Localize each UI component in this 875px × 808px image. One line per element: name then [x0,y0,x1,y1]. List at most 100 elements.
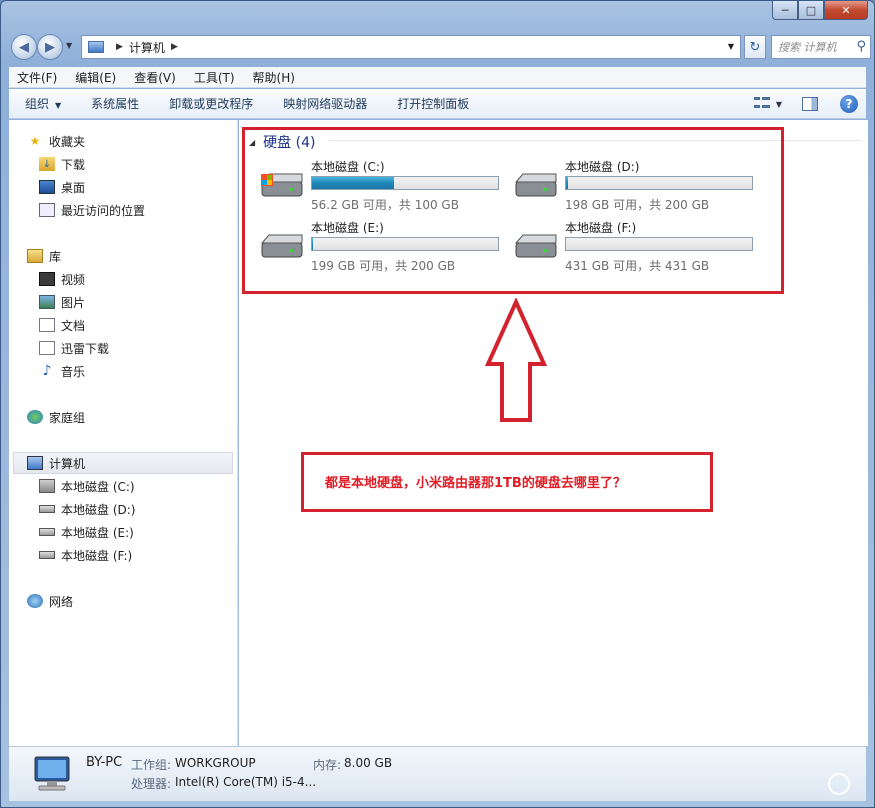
nav-favorites[interactable]: ★ 收藏夹 [27,130,85,152]
nav-drive-f[interactable]: 本地磁盘 (F:) [39,544,132,566]
breadcrumb-separator-icon[interactable]: ▶ [116,42,123,52]
preview-pane-icon[interactable] [802,97,818,111]
desktop-icon [39,180,55,194]
nav-pictures[interactable]: 图片 [39,291,85,313]
nav-label: 收藏夹 [49,134,86,149]
nav-label: 音乐 [61,364,86,379]
chevron-down-icon[interactable]: ▼ [776,100,782,109]
nav-label: 视频 [61,272,86,287]
system-properties-button[interactable]: 系统属性 [91,95,139,112]
address-bar[interactable]: ▶ 计算机 ▶ ▼ [81,35,741,59]
nav-downloads[interactable]: ↓ 下载 [39,153,85,175]
nav-drive-e[interactable]: 本地磁盘 (E:) [39,521,134,543]
maximize-button[interactable]: □ [798,1,824,20]
nav-label: 库 [49,249,62,264]
chevron-down-icon: ▼ [55,101,62,110]
nav-drive-c[interactable]: 本地磁盘 (C:) [39,475,135,497]
content-area: ◢ 硬盘 (4) 本地磁盘 (C:) 56.2 GB 可用，共 100 GB 本… [239,120,868,746]
nav-label: 最近访问的位置 [61,203,146,218]
cpu-value: Intel(R) Core(TM) i5-4... [175,775,317,789]
nav-label: 计算机 [49,456,86,471]
nav-homegroup[interactable]: 家庭组 [27,406,85,428]
system-drive-icon [39,479,55,493]
menu-tools[interactable]: 工具(T) [194,69,235,86]
breadcrumb-separator-icon[interactable]: ▶ [171,42,178,52]
menu-edit[interactable]: 编辑(E) [75,69,116,86]
annotation-text: 都是本地硬盘，小米路由器那1TB的硬盘去哪里了？ [325,476,626,491]
computer-icon [88,41,104,53]
address-dropdown-icon[interactable]: ▼ [728,42,734,51]
menu-help[interactable]: 帮助(H) [253,69,295,86]
breadcrumb-computer[interactable]: 计算机 [129,39,165,56]
open-control-panel-button[interactable]: 打开控制面板 [397,95,469,112]
minimize-button[interactable]: ─ [772,1,798,20]
nav-documents[interactable]: 文档 [39,314,85,336]
computer-icon [34,756,70,791]
nav-label: 本地磁盘 (E:) [61,525,134,540]
nav-label: 下载 [61,157,86,172]
network-icon [27,594,43,608]
download-folder-icon: ↓ [39,157,55,171]
nav-label: 本地磁盘 (F:) [61,548,133,563]
nav-label: 桌面 [61,180,86,195]
menu-view[interactable]: 查看(V) [134,69,176,86]
nav-music[interactable]: ♪ 音乐 [39,360,85,382]
caption-buttons: ─ □ ✕ [772,1,868,20]
drive-icon [39,551,55,559]
library-icon [27,249,43,263]
search-placeholder: 搜索 计算机 [778,41,837,54]
menu-bar: 文件(F) 编辑(E) 查看(V) 工具(T) 帮助(H) [9,67,866,88]
nav-recent-places[interactable]: 最近访问的位置 [39,199,145,221]
workgroup-label: 工作组: [131,758,172,772]
map-network-drive-button[interactable]: 映射网络驱动器 [283,95,367,112]
video-icon [39,272,55,286]
uninstall-program-button[interactable]: 卸载或更改程序 [169,95,253,112]
homegroup-icon [27,410,43,424]
forward-button[interactable]: ▶ [37,34,63,60]
search-input[interactable]: 搜索 计算机 ⚲ [771,35,871,59]
pictures-icon [39,295,55,309]
memory-label: 内存: [313,758,342,772]
search-icon[interactable]: ⚲ [856,39,866,54]
watermark-icon [828,773,850,795]
music-note-icon: ♪ [42,363,52,379]
nav-drive-d[interactable]: 本地磁盘 (D:) [39,498,135,520]
cpu-label: 处理器: [131,777,172,791]
nav-libraries[interactable]: 库 [27,245,61,267]
nav-label: 迅雷下载 [61,341,110,356]
refresh-button[interactable]: ↻ [744,35,766,59]
back-button[interactable]: ◀ [11,34,37,60]
nav-label: 本地磁盘 (D:) [61,502,136,517]
navigation-pane: ★ 收藏夹 ↓ 下载 桌面 最近访问的位置 库 视频 图片 文档 迅雷下载 ♪ … [9,120,238,746]
nav-label: 家庭组 [49,410,86,425]
nav-label: 图片 [61,295,86,310]
nav-desktop[interactable]: 桌面 [39,176,85,198]
annotation-highlight-box [242,127,784,294]
nav-network[interactable]: 网络 [27,590,73,612]
pc-name: BY-PC [86,755,123,770]
organize-label: 组织 [25,97,50,111]
help-icon[interactable]: ? [840,95,858,113]
folder-icon [39,341,55,355]
toolbar-right-group: ▼ ? [753,95,858,113]
nav-label: 网络 [49,594,74,609]
menu-file[interactable]: 文件(F) [17,69,57,86]
watermark-logo [828,773,856,795]
memory-value: 8.00 GB [344,756,393,770]
change-view-icon[interactable] [753,97,770,111]
nav-label: 文档 [61,318,86,333]
command-bar: 组织 ▼ 系统属性 卸载或更改程序 映射网络驱动器 打开控制面板 ▼ ? [9,89,866,119]
nav-computer[interactable]: 计算机 [13,452,233,474]
workgroup-value: WORKGROUP [175,756,256,770]
nav-label: 本地磁盘 (C:) [61,479,135,494]
nav-videos[interactable]: 视频 [39,268,85,290]
star-icon: ★ [29,134,41,148]
recent-places-icon [39,203,55,217]
details-pane: BY-PC 工作组: WORKGROUP 内存: 8.00 GB 处理器: In… [9,746,866,801]
close-button[interactable]: ✕ [824,1,868,20]
recent-pages-dropdown-icon[interactable]: ▼ [66,41,72,50]
organize-button[interactable]: 组织 ▼ [25,95,61,112]
document-icon [39,318,55,332]
nav-thunder-downloads[interactable]: 迅雷下载 [39,337,109,359]
drive-icon [39,505,55,513]
